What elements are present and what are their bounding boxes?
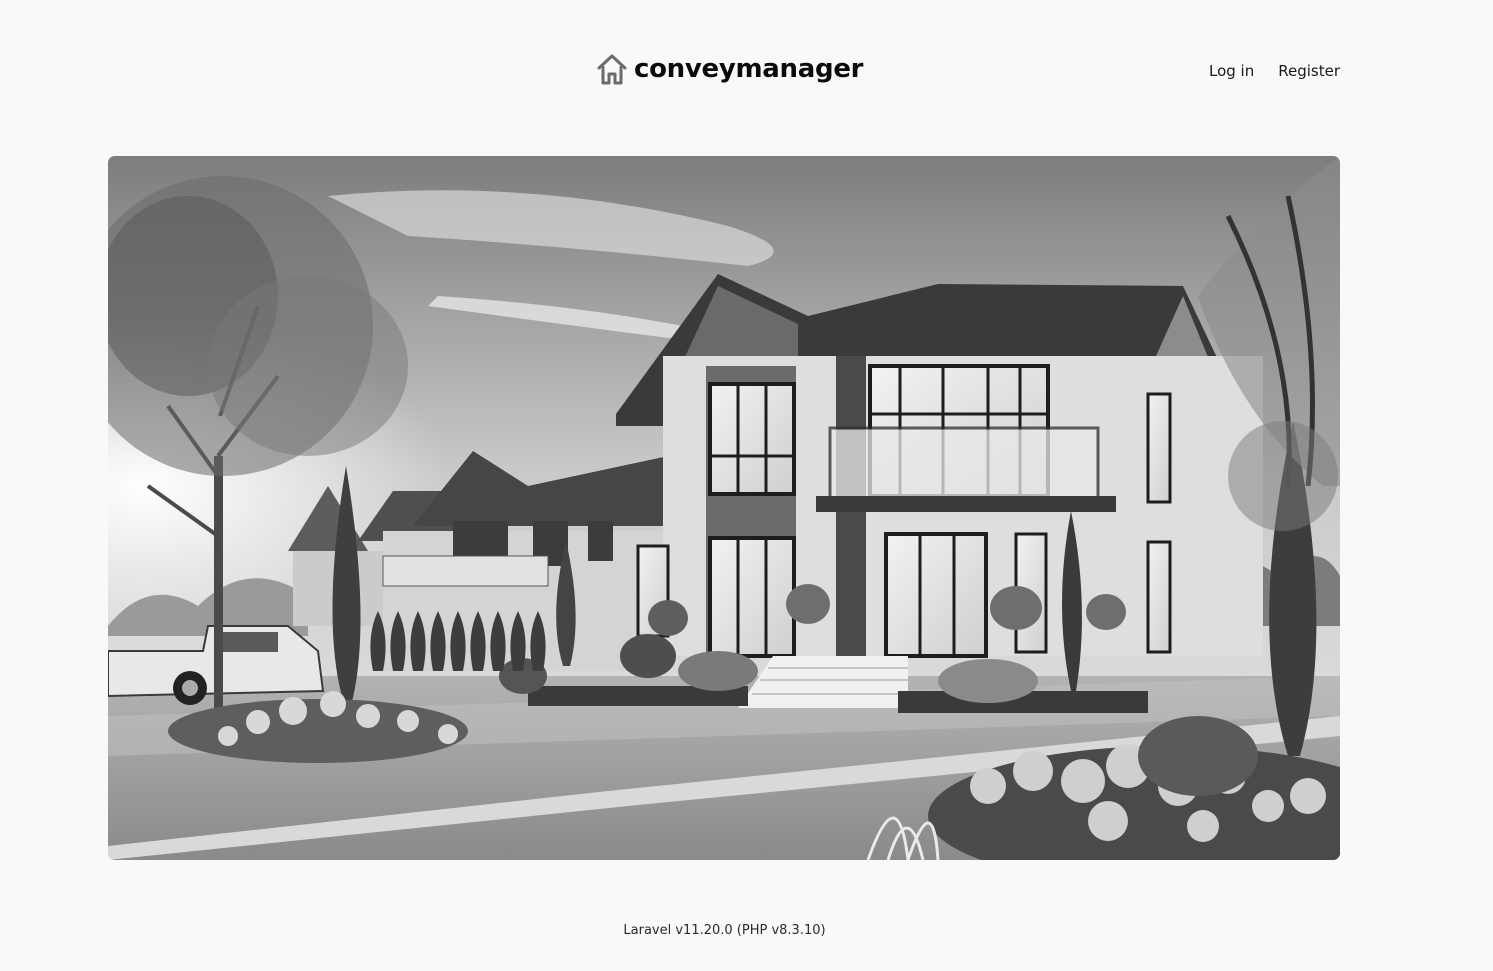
register-link[interactable]: Register <box>1278 61 1340 81</box>
login-link[interactable]: Log in <box>1209 61 1254 81</box>
hero-image <box>108 156 1340 860</box>
welcome-page: conveymanager Log in Register Laravel v1… <box>0 0 1493 971</box>
brand-logo[interactable]: conveymanager <box>596 52 863 86</box>
house-icon <box>597 54 627 85</box>
version-footer: Laravel v11.20.0 (PHP v8.3.10) <box>623 923 826 938</box>
brand-name: conveymanager <box>634 54 864 84</box>
auth-nav: Log in Register <box>1209 61 1340 81</box>
